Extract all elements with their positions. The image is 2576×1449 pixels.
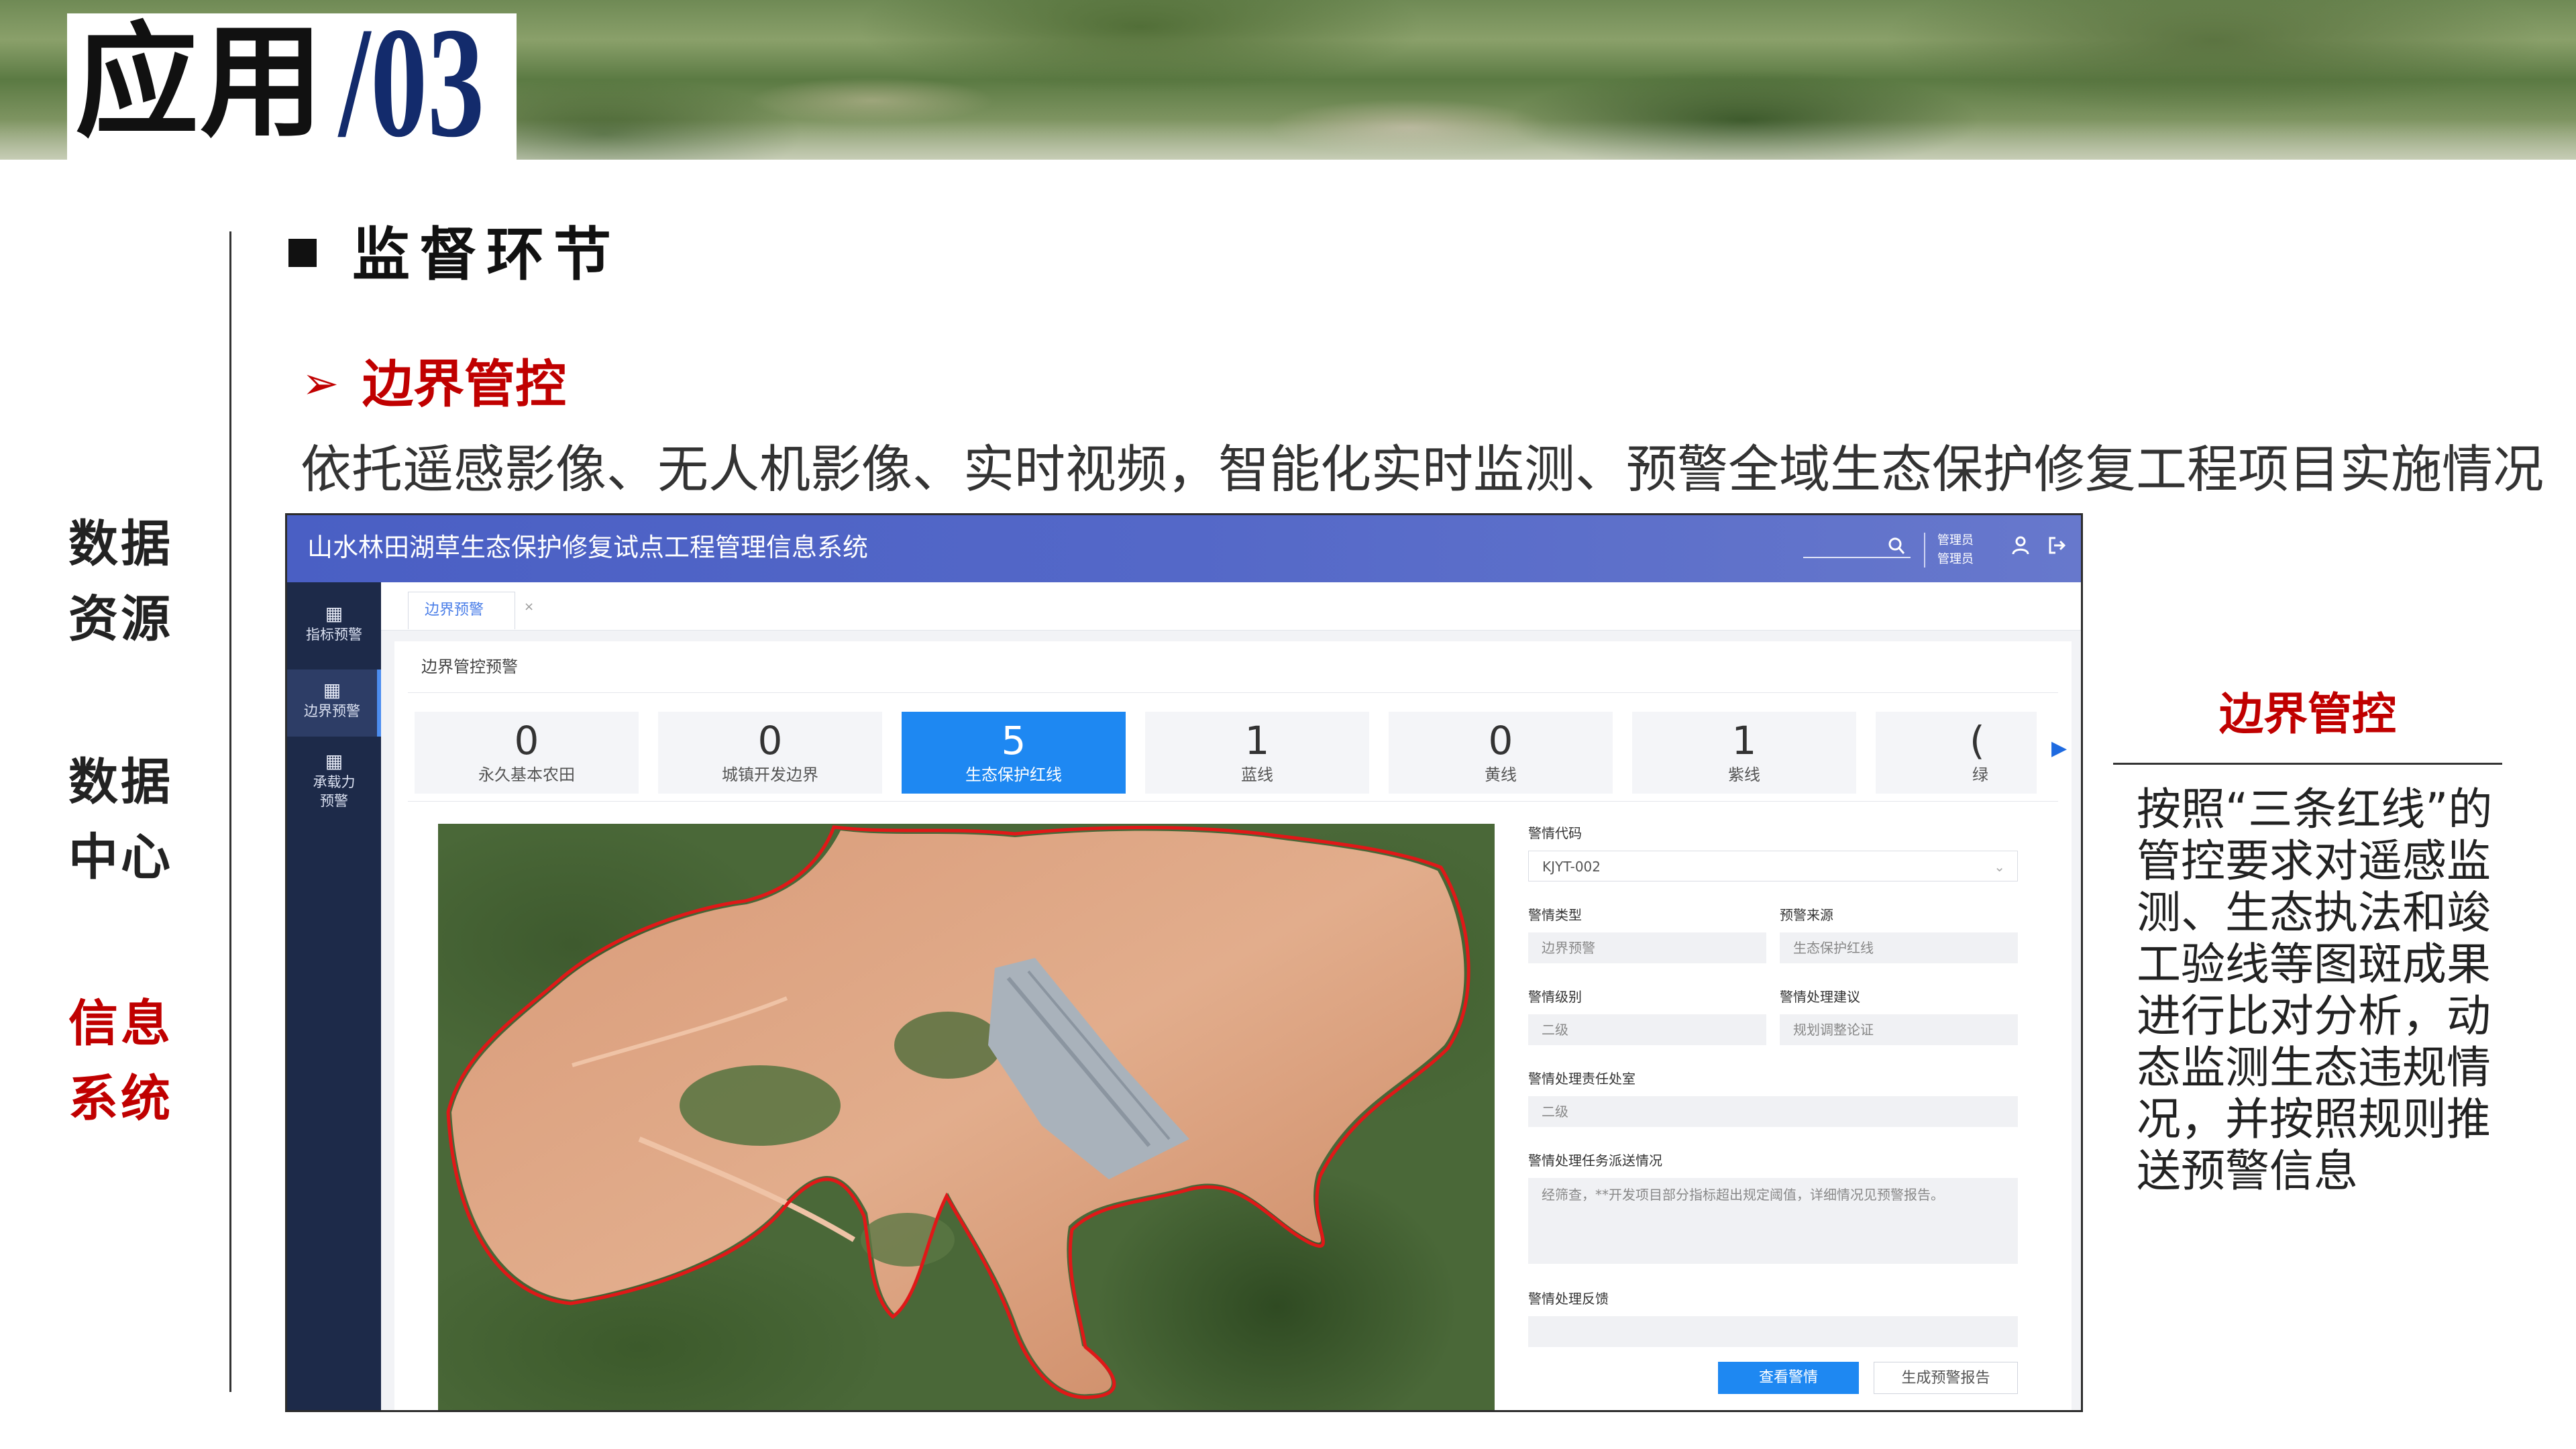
stat-value: 5	[1001, 718, 1026, 763]
left-nav-data-resources[interactable]: 数据 资源	[40, 506, 201, 657]
right-panel-title: 边界管控	[2219, 688, 2396, 740]
user-role-label: 管理员	[1937, 533, 1974, 547]
stat-card-yellow-line[interactable]: 0 黄线	[1389, 712, 1613, 794]
alert-code-select[interactable]: KJYT-002 ⌄	[1528, 851, 2018, 881]
right-panel-divider	[2113, 763, 2502, 765]
alert-advice-field[interactable]: 规划调整论证	[1780, 1014, 2018, 1045]
user-name-label: 管理员	[1937, 552, 1974, 566]
left-nav-label: 信息	[68, 995, 173, 1053]
right-panel-text: 按照“三条红线”的管控要求对遥感监测、生态执法和竣工验线等图斑成果进行比对分析，…	[2137, 784, 2493, 1197]
stat-value: 1	[1731, 718, 1757, 763]
sidebar-item-label-line2: 预警	[320, 793, 348, 809]
alert-dept-field[interactable]: 二级	[1528, 1096, 2018, 1127]
square-bullet-icon	[288, 239, 317, 267]
app-sidebar: ▦ 指标预警 ▦ 边界预警 ▦ 承载力 预警	[287, 582, 381, 1410]
alert-source-label: 预警来源	[1780, 907, 1833, 923]
stat-value: (	[1970, 718, 1985, 763]
left-nav-label: 数据	[68, 515, 173, 573]
alert-task-textarea[interactable]: 经筛查，**开发项目部分指标超出规定阈值，详细情况见预警报告。	[1528, 1178, 2018, 1264]
sidebar-item-label: 承载力	[313, 774, 356, 790]
stat-label: 生态保护红线	[965, 765, 1062, 784]
alert-feedback-field[interactable]	[1528, 1316, 2018, 1347]
app-screenshot: 山水林田湖草生态保护修复试点工程管理信息系统 管理员 管理员 ▦ 指标预警 ▦ …	[285, 513, 2083, 1412]
grid-icon: ▦	[323, 679, 341, 701]
stat-value: 0	[514, 718, 539, 763]
grid-icon: ▦	[325, 602, 343, 625]
stat-card-green-line[interactable]: ( 绿	[1876, 712, 2037, 794]
tab-bar: 边界预警 ×	[381, 582, 2081, 631]
stat-card-eco-redline[interactable]: 5 生态保护红线	[902, 712, 1126, 794]
slide-number: /03	[339, 0, 485, 170]
user-icon[interactable]	[2011, 535, 2030, 563]
close-icon[interactable]: ×	[524, 600, 534, 614]
divider	[408, 692, 2058, 693]
alert-code-value: KJYT-002	[1542, 859, 1601, 875]
sidebar-item-label: 指标预警	[306, 627, 362, 643]
alert-code-label: 警情代码	[1528, 825, 1582, 841]
tab-label: 边界预警	[425, 602, 484, 619]
main-panel: 边界管控预警 0 永久基本农田 0 城镇开发边界 5 生态保护红线 1 蓝线 0…	[394, 641, 2072, 1410]
stat-label: 绿	[1972, 765, 1988, 784]
logout-icon[interactable]	[2047, 535, 2066, 563]
stat-card-farmland[interactable]: 0 永久基本农田	[415, 712, 639, 794]
sidebar-item-label: 边界预警	[304, 703, 360, 719]
header-separator	[1924, 533, 1925, 568]
header-user-name[interactable]: 管理员 管理员	[1937, 531, 1974, 569]
alert-type-field[interactable]: 边界预警	[1528, 932, 1766, 963]
left-divider	[229, 231, 231, 1392]
section-title: 监督环节	[352, 221, 621, 288]
alert-task-label: 警情处理任务派送情况	[1528, 1152, 1662, 1169]
left-nav-data-center[interactable]: 数据 中心	[40, 745, 201, 895]
sidebar-item-capacity-warning[interactable]: ▦ 承载力 预警	[287, 750, 381, 824]
grid-icon: ▦	[325, 750, 343, 772]
left-nav-label: 中心	[68, 828, 173, 886]
divider	[408, 801, 2058, 802]
view-alert-button[interactable]: 查看警情	[1718, 1362, 1859, 1394]
chevron-down-icon: ⌄	[1994, 859, 2005, 875]
sidebar-item-indicator-warning[interactable]: ▦ 指标预警	[287, 602, 381, 663]
sub-title: 边界管控	[362, 354, 566, 414]
stat-card-urban-boundary[interactable]: 0 城镇开发边界	[658, 712, 882, 794]
left-nav-label: 系统	[68, 1070, 173, 1128]
app-title: 山水林田湖草生态保护修复试点工程管理信息系统	[307, 533, 869, 562]
left-nav-label: 资源	[68, 590, 173, 648]
description: 依托遥感影像、无人机影像、实时视频，智能化实时监测、预警全域生态保护修复工程项目…	[301, 439, 2544, 499]
alert-feedback-label: 警情处理反馈	[1528, 1291, 1609, 1307]
alert-type-label: 警情类型	[1528, 907, 1582, 923]
slide-title: 应用	[75, 9, 325, 154]
stat-card-purple-line[interactable]: 1 紫线	[1632, 712, 1856, 794]
panel-title: 边界管控预警	[421, 657, 518, 676]
alert-level-field[interactable]: 二级	[1528, 1014, 1766, 1045]
left-nav-info-system[interactable]: 信息 系统	[40, 986, 201, 1136]
construction-area	[451, 830, 1464, 1395]
map-overlay	[446, 825, 1470, 1399]
stat-value: 1	[1244, 718, 1270, 763]
stat-value: 0	[1488, 718, 1513, 763]
stat-label: 永久基本农田	[478, 765, 575, 784]
app-header: 山水林田湖草生态保护修复试点工程管理信息系统 管理员 管理员	[287, 515, 2081, 582]
left-nav-label: 数据	[68, 753, 173, 811]
stat-value: 0	[757, 718, 783, 763]
carousel-next-icon[interactable]: ▶	[2051, 735, 2067, 762]
alert-level-label: 警情级别	[1528, 989, 1582, 1005]
stat-label: 城镇开发边界	[722, 765, 818, 784]
stat-label: 紫线	[1728, 765, 1760, 784]
sidebar-item-boundary-warning[interactable]: ▦ 边界预警	[287, 669, 381, 737]
stat-card-blue-line[interactable]: 1 蓝线	[1145, 712, 1369, 794]
arrow-bullet-icon: ➢	[302, 358, 339, 409]
alert-advice-label: 警情处理建议	[1780, 989, 1860, 1005]
satellite-map[interactable]	[438, 824, 1495, 1410]
stat-label: 蓝线	[1241, 765, 1273, 784]
stat-label: 黄线	[1485, 765, 1517, 784]
alert-source-field[interactable]: 生态保护红线	[1780, 932, 2018, 963]
tab-boundary-warning[interactable]: 边界预警 ×	[408, 592, 534, 629]
alert-detail-form: 警情代码 KJYT-002 ⌄ 警情类型 边界预警 预警来源 生态保护红线 警情…	[1528, 824, 2038, 1410]
search-icon[interactable]	[1888, 537, 1905, 560]
alert-dept-label: 警情处理责任处室	[1528, 1071, 1635, 1087]
generate-report-button[interactable]: 生成预警报告	[1874, 1362, 2018, 1394]
